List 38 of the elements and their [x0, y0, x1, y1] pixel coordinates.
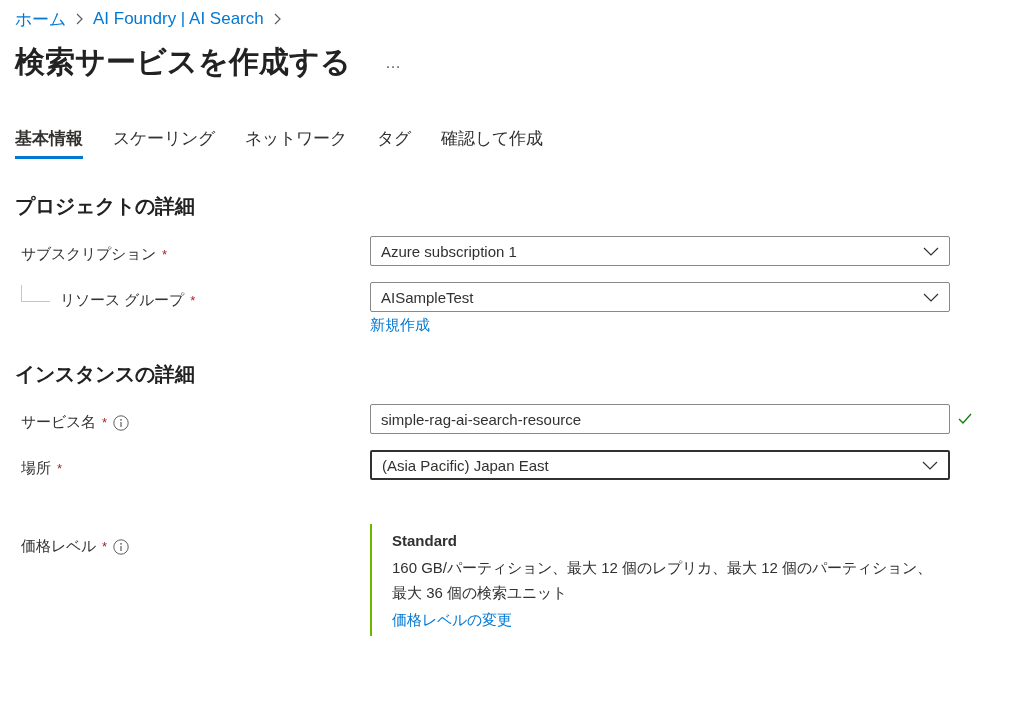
required-asterisk: *: [102, 539, 108, 554]
dropdown[interactable]: (Asia Pacific) Japan East: [370, 450, 950, 480]
field-label: サービス名: [21, 413, 96, 432]
page-title: 検索サービスを作成する: [15, 44, 351, 80]
info-icon: [113, 538, 130, 555]
section-heading: インスタンスの詳細: [15, 362, 196, 387]
dropdown[interactable]: AISampleTest: [370, 282, 950, 312]
field-label: 場所: [21, 459, 51, 478]
chevron-down-icon: [923, 246, 939, 256]
tier-description: 160 GB/パーティション、最大 12 個のレプリカ、最大 12 個のパーティション、最大 36 個の検索ユニット: [392, 558, 934, 603]
tab[interactable]: ネットワーク: [245, 123, 347, 159]
field-label: リソース グループ: [60, 291, 185, 310]
chevron-right-icon: [76, 13, 83, 25]
required-asterisk: *: [102, 415, 108, 430]
tab[interactable]: スケーリング: [113, 123, 215, 159]
chevron-down-icon: [923, 292, 939, 302]
dropdown[interactable]: Azure subscription 1: [370, 236, 950, 266]
tab[interactable]: 基本情報: [15, 123, 83, 159]
required-asterisk: *: [190, 293, 196, 308]
info-icon: [113, 414, 130, 431]
chevron-right-icon: [273, 13, 281, 25]
breadcrumb-link[interactable]: AI Foundry | AI Search: [93, 9, 264, 29]
field-label: 価格レベル: [21, 537, 96, 556]
field-label: サブスクリプション: [21, 245, 156, 264]
checkmark-icon: [958, 413, 972, 424]
change-tier-link[interactable]: 価格レベルの変更: [392, 611, 937, 630]
breadcrumb-link[interactable]: ホーム: [15, 7, 66, 31]
tab[interactable]: タグ: [377, 123, 411, 159]
tree-connector: [21, 285, 50, 302]
required-asterisk: *: [57, 461, 63, 476]
tab[interactable]: 確認して作成: [441, 123, 543, 159]
more-button[interactable]: …: [381, 53, 405, 72]
chevron-down-icon: [922, 460, 938, 470]
create-new-link[interactable]: 新規作成: [370, 316, 950, 335]
section-heading: プロジェクトの詳細: [15, 194, 196, 219]
service-name-input[interactable]: simple-rag-ai-search-resource: [370, 404, 950, 434]
required-asterisk: *: [162, 247, 168, 262]
tier-name: Standard: [392, 532, 458, 549]
